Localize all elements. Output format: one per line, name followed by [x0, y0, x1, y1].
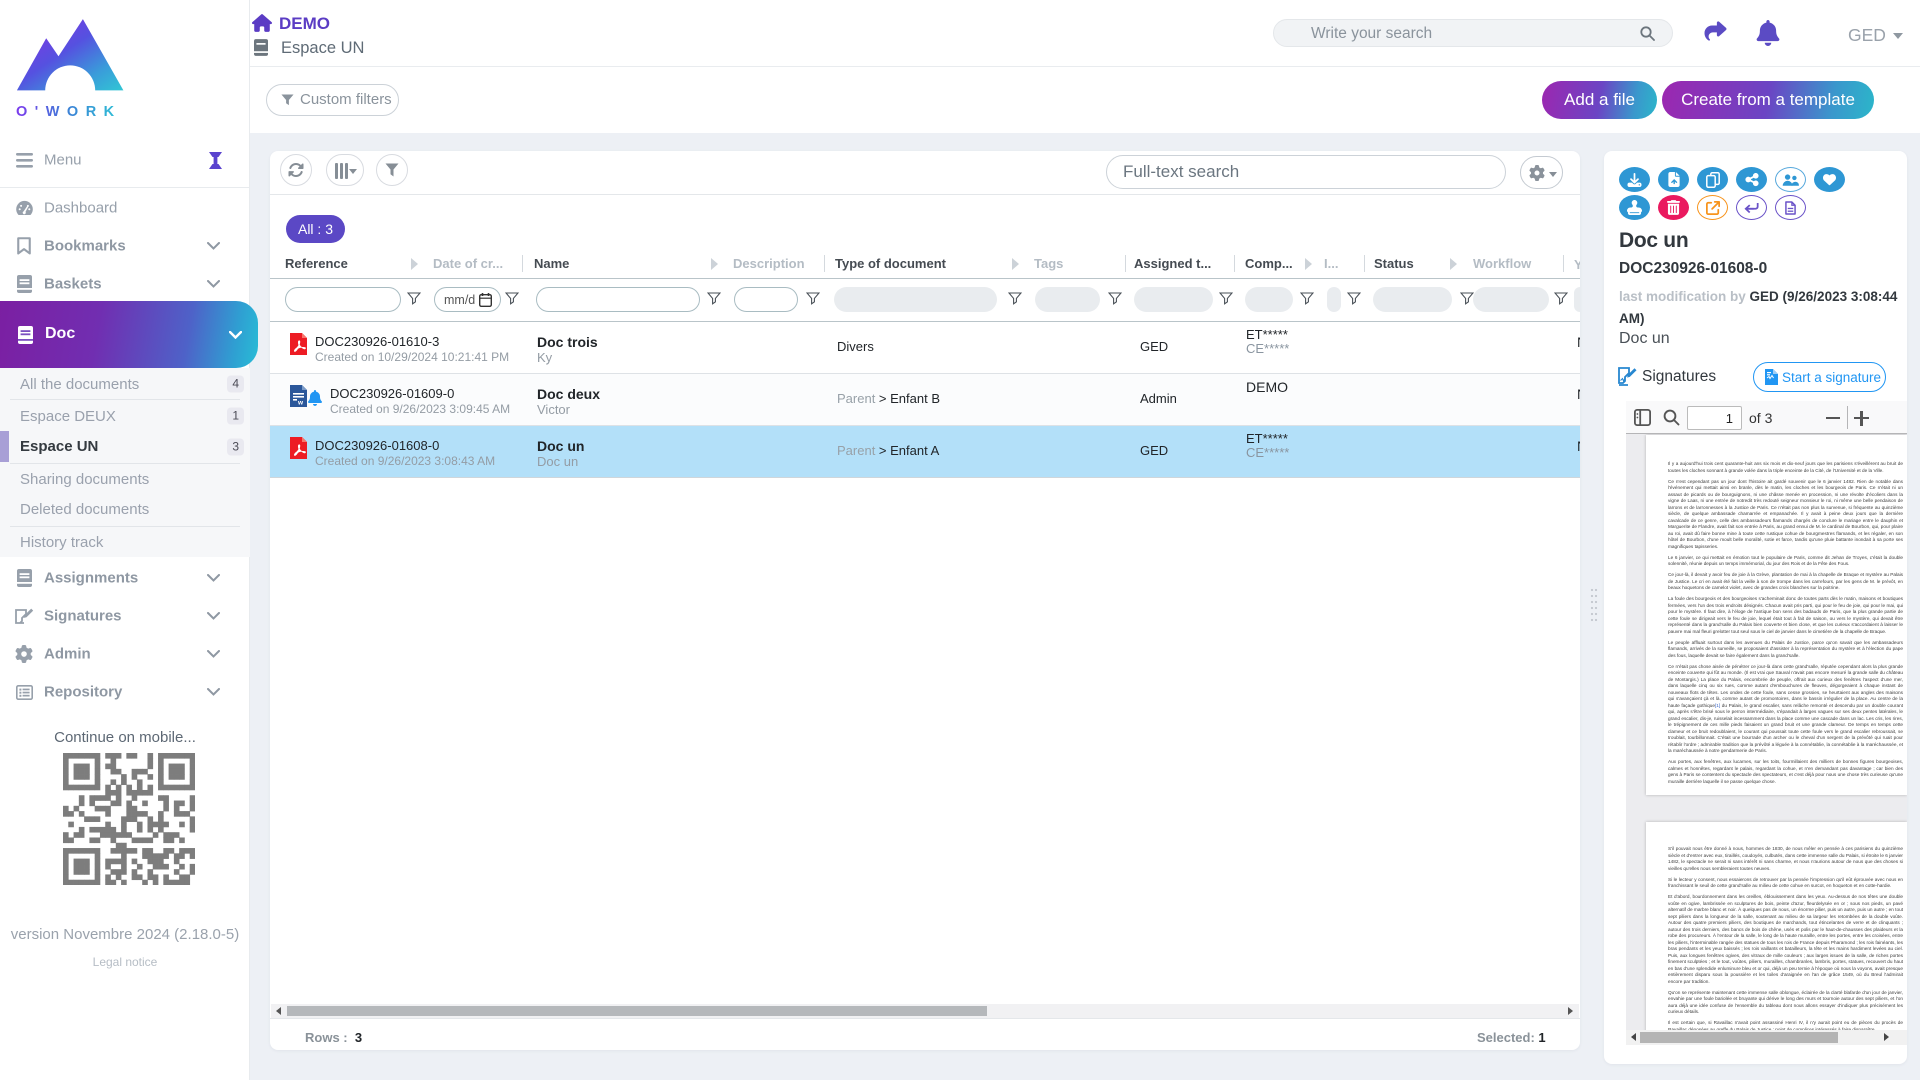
- svg-text:w: w: [297, 400, 304, 407]
- svg-text:O'WORK: O'WORK: [16, 104, 122, 120]
